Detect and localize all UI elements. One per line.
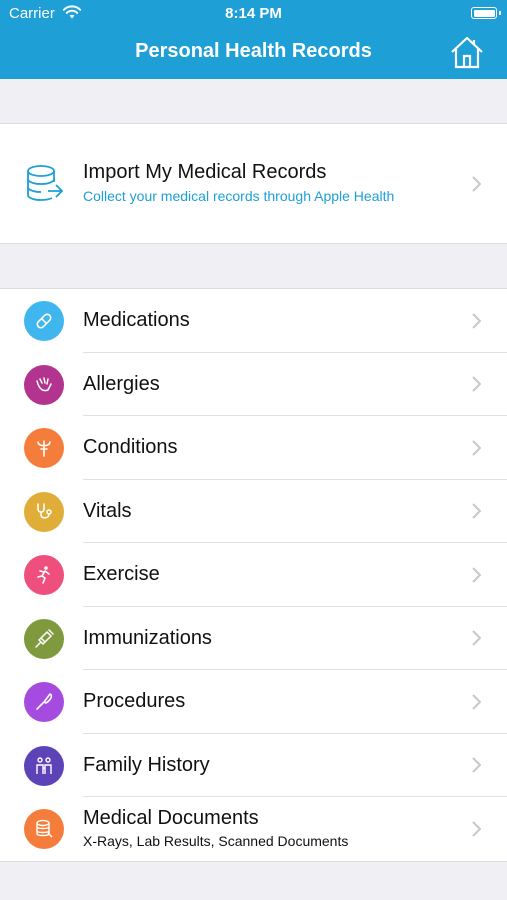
category-row-conditions[interactable]: Conditions xyxy=(0,416,507,480)
family-history-badge xyxy=(24,745,64,786)
home-icon[interactable] xyxy=(449,34,485,70)
category-label: Conditions xyxy=(83,436,178,458)
syringe-icon xyxy=(35,628,54,648)
medical-documents-badge xyxy=(24,809,64,849)
category-label: Exercise xyxy=(83,563,160,585)
category-row-procedures[interactable]: Procedures xyxy=(0,670,507,734)
page-title: Personal Health Records xyxy=(135,40,372,62)
nav-header: Carrier 8:14 PM Personal Health Records xyxy=(0,0,507,79)
category-label: Allergies xyxy=(83,372,160,395)
category-sublabel: X-Rays, Lab Results, Scanned Documents xyxy=(83,833,349,849)
category-label: Procedures xyxy=(83,690,186,712)
category-label: Medical Documents xyxy=(83,807,259,829)
status-bar: Carrier 8:14 PM xyxy=(0,0,507,28)
procedures-badge xyxy=(24,682,64,722)
category-row-medical-documents[interactable]: Medical Documents X-Rays, Lab Results, S… xyxy=(0,797,507,861)
category-label: Immunizations xyxy=(83,626,212,649)
stethoscope-icon xyxy=(37,502,52,519)
chevron-right-icon xyxy=(472,313,481,329)
chevron-right-icon xyxy=(472,440,481,456)
pill-icon xyxy=(36,313,52,329)
category-label: Family History xyxy=(83,753,210,776)
category-label: Vitals xyxy=(83,499,132,522)
category-row-exercise[interactable]: Exercise xyxy=(0,543,507,607)
chevron-right-icon xyxy=(472,567,481,583)
family-icon xyxy=(36,756,52,774)
clock: 8:14 PM xyxy=(225,5,282,22)
runner-icon xyxy=(37,566,50,584)
documents-icon xyxy=(36,819,53,838)
import-records-row[interactable]: Import My Medical Records Collect your m… xyxy=(0,123,507,244)
category-list: Medications Allergies Conditions Vitals … xyxy=(0,288,507,862)
conditions-badge xyxy=(24,428,64,468)
vitals-badge xyxy=(24,491,64,532)
condition-icon xyxy=(37,440,51,457)
chevron-right-icon xyxy=(472,630,481,646)
medications-badge xyxy=(24,301,64,341)
category-row-family-history[interactable]: Family History xyxy=(0,734,507,797)
immunizations-badge xyxy=(24,618,64,659)
exercise-badge xyxy=(24,555,64,595)
import-title: Import My Medical Records xyxy=(83,161,327,183)
battery-icon xyxy=(471,7,501,19)
category-row-medications[interactable]: Medications xyxy=(0,289,507,353)
allergies-badge xyxy=(24,364,64,405)
chevron-right-icon xyxy=(472,694,481,710)
database-import-icon xyxy=(27,165,64,201)
category-row-allergies[interactable]: Allergies xyxy=(0,353,507,416)
category-row-immunizations[interactable]: Immunizations xyxy=(0,607,507,670)
chevron-right-icon xyxy=(472,503,481,519)
chevron-right-icon xyxy=(472,821,481,837)
chevron-right-icon xyxy=(472,376,481,392)
scalpel-icon xyxy=(36,693,53,710)
category-label: Medications xyxy=(83,309,190,331)
import-subtitle: Collect your medical records through App… xyxy=(83,188,395,204)
category-row-vitals[interactable]: Vitals xyxy=(0,480,507,543)
chevron-right-icon xyxy=(472,757,481,773)
chevron-right-icon xyxy=(472,176,481,192)
allergy-icon xyxy=(36,376,52,391)
